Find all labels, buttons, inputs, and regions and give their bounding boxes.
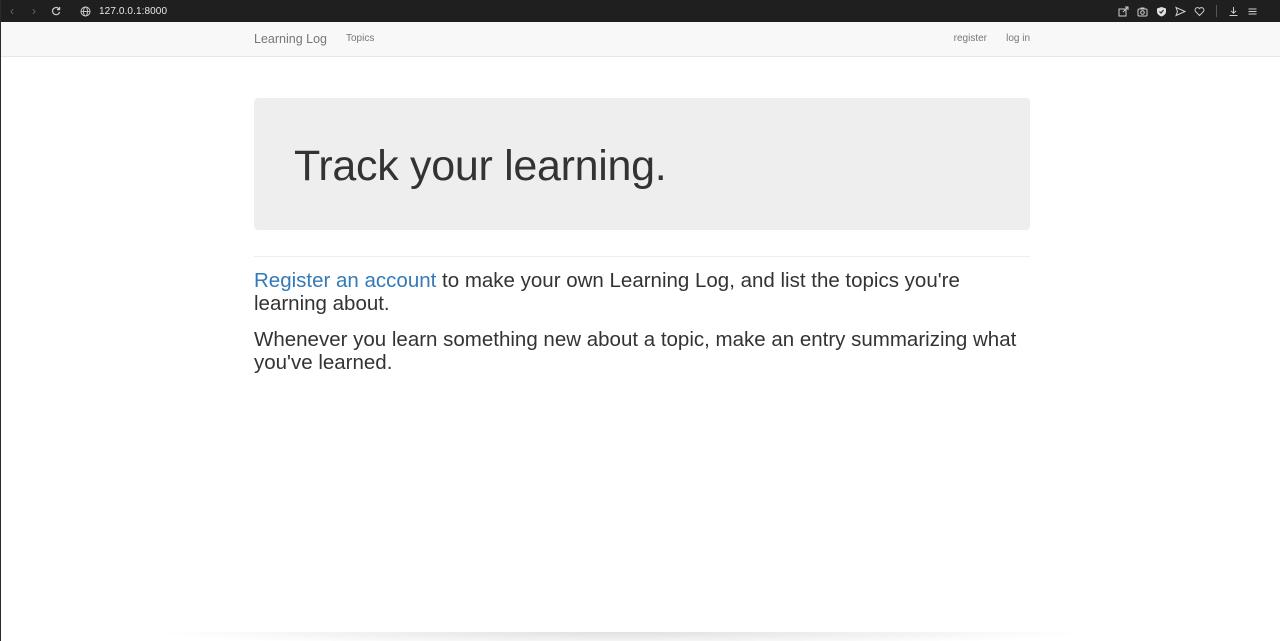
jumbotron: Track your learning. bbox=[254, 98, 1030, 230]
intro-paragraph: Register an account to make your own Lea… bbox=[254, 269, 1030, 315]
brand-link[interactable]: Learning Log bbox=[254, 32, 327, 46]
browser-window: ‹ › 127.0.0.1:8000 Learning Log Topics r… bbox=[0, 0, 1280, 641]
browser-actions bbox=[1117, 5, 1280, 18]
share-icon[interactable] bbox=[1117, 5, 1130, 18]
nav-register-link[interactable]: register bbox=[954, 33, 987, 44]
nav-login-link[interactable]: log in bbox=[1006, 33, 1030, 44]
site-info-icon[interactable] bbox=[79, 5, 91, 17]
back-icon[interactable]: ‹ bbox=[1, 0, 23, 22]
browser-toolbar: ‹ › 127.0.0.1:8000 bbox=[1, 0, 1280, 22]
shield-icon[interactable] bbox=[1155, 5, 1168, 18]
site-navbar: Learning Log Topics register log in bbox=[1, 22, 1280, 57]
download-icon[interactable] bbox=[1227, 5, 1240, 18]
menu-icon[interactable] bbox=[1246, 5, 1259, 18]
nav-topics-link[interactable]: Topics bbox=[346, 33, 374, 44]
window-shadow bbox=[151, 632, 1091, 641]
forward-icon[interactable]: › bbox=[23, 0, 45, 22]
entry-paragraph: Whenever you learn something new about a… bbox=[254, 328, 1017, 374]
page-title: Track your learning. bbox=[294, 142, 667, 190]
toolbar-separator bbox=[1216, 5, 1217, 17]
address-bar[interactable]: 127.0.0.1:8000 bbox=[99, 6, 167, 17]
heart-icon[interactable] bbox=[1193, 5, 1206, 18]
screenshot-icon[interactable] bbox=[1136, 5, 1149, 18]
register-account-link[interactable]: Register an account bbox=[254, 269, 436, 292]
divider bbox=[254, 256, 1030, 257]
send-icon[interactable] bbox=[1174, 5, 1187, 18]
reload-icon[interactable] bbox=[45, 0, 67, 22]
